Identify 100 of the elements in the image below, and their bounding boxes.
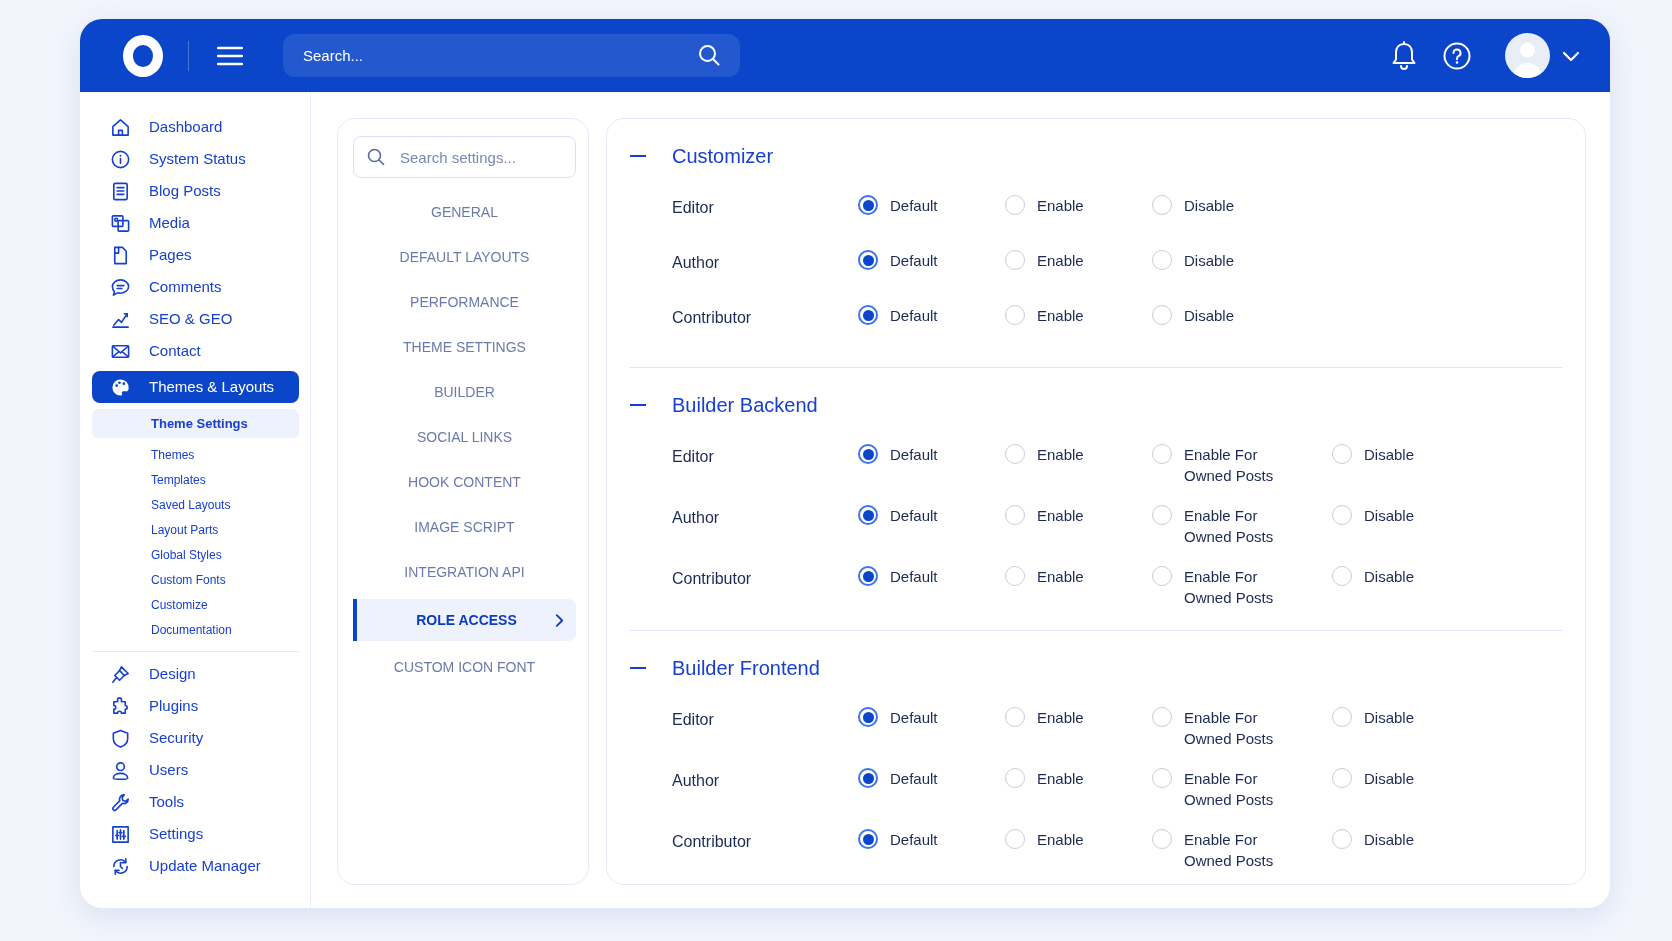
sidebar-subitem[interactable]: Layout Parts <box>92 517 299 542</box>
option-label: Enable <box>1037 769 1084 789</box>
option-label: Default <box>890 445 938 465</box>
home-icon <box>110 116 131 138</box>
settings-menu-item[interactable]: PERFORMANCE <box>353 281 576 324</box>
logo-icon[interactable] <box>122 34 164 77</box>
radio-button[interactable] <box>858 707 878 727</box>
help-icon <box>1443 41 1471 70</box>
option-label: Enable <box>1037 567 1084 587</box>
sidebar-item[interactable]: Pages <box>92 239 299 271</box>
settings-menu-item[interactable]: DEFAULT LAYOUTS <box>353 236 576 279</box>
sliders-icon <box>110 823 131 845</box>
section-title: Customizer <box>672 144 774 169</box>
settings-menu-item[interactable]: HOOK CONTENT <box>353 461 576 504</box>
option-label: Default <box>890 567 938 587</box>
brush-icon <box>110 663 131 685</box>
role-label: Author <box>671 771 721 791</box>
sidebar-item[interactable]: SEO & GEO <box>92 303 299 335</box>
sidebar-item[interactable]: Tools <box>92 786 299 818</box>
radio-button[interactable] <box>858 829 878 849</box>
settings-menu-item[interactable]: SOCIAL LINKS <box>353 416 576 459</box>
option-label: Disable <box>1364 506 1415 526</box>
sidebar-item[interactable]: Plugins <box>92 690 299 722</box>
sidebar-item[interactable]: Comments <box>92 271 299 303</box>
option-label: Disable <box>1184 251 1235 271</box>
option-label: Enable <box>1037 251 1084 271</box>
option-label: Disable <box>1364 708 1415 728</box>
radio-button[interactable] <box>858 505 878 525</box>
sidebar-subitem[interactable]: Templates <box>92 467 299 492</box>
section-title: Builder Frontend <box>672 656 820 681</box>
radio-button[interactable] <box>858 768 878 788</box>
sidebar-item[interactable]: Design <box>92 658 299 690</box>
sidebar-subitem[interactable]: Saved Layouts <box>92 492 299 517</box>
option-label: Enable For Owned Posts <box>1184 769 1275 810</box>
chevron-right-icon <box>555 612 564 628</box>
option-label: Default <box>890 506 938 526</box>
wrench-icon <box>110 791 131 813</box>
role-label: Contributor <box>671 569 753 589</box>
sidebar-subitem[interactable]: Customize <box>92 592 299 617</box>
option-label: Disable <box>1364 445 1415 465</box>
search-field[interactable]: Search settings... <box>353 136 576 178</box>
role-label: Editor <box>671 710 715 730</box>
settings-menu-item[interactable]: ROLE ACCESS <box>353 599 576 641</box>
sidebar-item[interactable]: Settings <box>92 818 299 850</box>
settings-menu-item[interactable]: CUSTOM ICON FONT <box>353 646 576 689</box>
role-label: Author <box>671 508 721 528</box>
radio-button[interactable] <box>858 444 878 464</box>
radio-button[interactable] <box>858 250 878 270</box>
sidebar-item[interactable]: Contact <box>92 335 299 367</box>
option-label: Enable For Owned Posts <box>1184 830 1275 871</box>
shield-icon <box>110 727 131 749</box>
avatar[interactable] <box>1505 33 1550 78</box>
sidebar-item[interactable]: Blog Posts <box>92 175 299 207</box>
settings-menu-item[interactable]: GENERAL <box>353 191 576 234</box>
option-label: Default <box>890 708 938 728</box>
info-icon <box>110 148 131 170</box>
option-label: Disable <box>1364 830 1415 850</box>
help-button[interactable] <box>1442 40 1472 71</box>
palette-icon <box>110 376 131 398</box>
sidebar-item[interactable]: Dashboard <box>92 111 299 143</box>
settings-menu-item[interactable]: IMAGE SCRIPT <box>353 506 576 549</box>
search-icon <box>367 148 385 166</box>
puzzle-icon <box>110 695 131 717</box>
sidebar-subitem[interactable]: Documentation <box>92 617 299 642</box>
sidebar-item[interactable]: Themes & Layouts <box>92 371 299 403</box>
option-label: Default <box>890 306 938 326</box>
settings-menu-item[interactable]: BUILDER <box>353 371 576 414</box>
chevron-down-icon[interactable] <box>1562 49 1580 62</box>
minus-icon <box>630 404 646 406</box>
minus-icon <box>630 667 646 669</box>
user-icon <box>110 759 131 781</box>
sidebar-item[interactable]: Security <box>92 722 299 754</box>
minus-icon <box>630 155 646 157</box>
refresh-icon <box>110 855 131 877</box>
radio-button[interactable] <box>858 305 878 325</box>
role-label: Editor <box>671 447 715 467</box>
radio-button[interactable] <box>858 195 878 215</box>
sidebar-item[interactable]: Update Manager <box>92 850 299 882</box>
option-label: Enable <box>1037 445 1084 465</box>
radio-button[interactable] <box>858 566 878 586</box>
option-label: Enable For Owned Posts <box>1184 708 1275 749</box>
option-label: Enable For Owned Posts <box>1184 506 1275 547</box>
sidebar-subitem[interactable]: Theme Settings <box>92 409 299 438</box>
option-label: Enable For Owned Posts <box>1184 445 1275 486</box>
settings-menu-item[interactable]: THEME SETTINGS <box>353 326 576 369</box>
settings-menu-item[interactable]: INTEGRATION API <box>353 551 576 594</box>
sidebar-subitem[interactable]: Global Styles <box>92 542 299 567</box>
search-icon <box>698 44 720 66</box>
option-label: Enable <box>1037 506 1084 526</box>
role-label: Author <box>671 253 721 273</box>
sidebar-item[interactable]: Media <box>92 207 299 239</box>
option-label: Default <box>890 196 938 216</box>
sidebar-item[interactable]: Users <box>92 754 299 786</box>
sidebar-item[interactable]: System Status <box>92 143 299 175</box>
option-label: Default <box>890 769 938 789</box>
option-label: Enable <box>1037 708 1084 728</box>
images-icon <box>110 212 131 234</box>
sidebar-subitem[interactable]: Themes <box>92 442 299 467</box>
option-label: Disable <box>1184 306 1235 326</box>
sidebar-subitem[interactable]: Custom Fonts <box>92 567 299 592</box>
